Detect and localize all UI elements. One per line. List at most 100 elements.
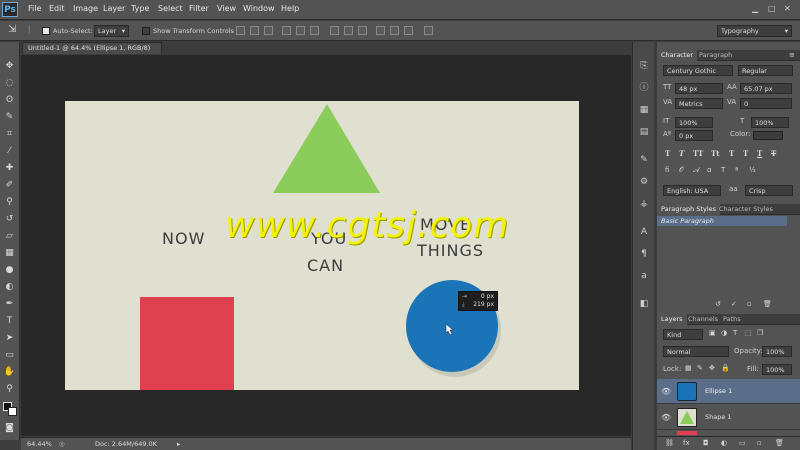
leading-input[interactable]: 65.07 px: [740, 83, 792, 94]
panel-menu-icon[interactable]: ≡: [789, 51, 795, 59]
stylistic-alt-icon[interactable]: ɑ: [707, 166, 711, 174]
text-color-swatch[interactable]: [753, 131, 783, 140]
vertical-scale-input[interactable]: 100%: [675, 117, 713, 128]
dodge-tool-icon[interactable]: ◐: [3, 281, 16, 293]
menu-help[interactable]: Help: [281, 4, 299, 13]
tab-paths[interactable]: Paths: [719, 314, 745, 325]
distribute-top-icon[interactable]: [330, 26, 339, 35]
distribute-vcenter-icon[interactable]: [344, 26, 353, 35]
blend-mode-select[interactable]: Normal: [663, 346, 729, 357]
crop-tool-icon[interactable]: ⌗: [3, 128, 16, 140]
menu-edit[interactable]: Edit: [49, 4, 65, 13]
history-brush-tool-icon[interactable]: ↺: [3, 213, 16, 225]
auto-align-icon[interactable]: [424, 26, 433, 35]
fractions-icon[interactable]: ½: [749, 166, 756, 174]
zoom-tool-icon[interactable]: ⚲: [3, 383, 16, 395]
align-right-icon[interactable]: [310, 26, 319, 35]
clone-source-icon[interactable]: ⚶: [638, 198, 650, 210]
red-square-shape[interactable]: [140, 297, 234, 390]
tab-character[interactable]: Character: [657, 50, 698, 61]
distribute-right-icon[interactable]: [404, 26, 413, 35]
layer-comps-icon[interactable]: ◧: [638, 298, 650, 310]
style-item-basic-paragraph[interactable]: Basic Paragraph: [657, 216, 787, 226]
layer-style-icon[interactable]: fx: [683, 439, 690, 447]
menu-layer[interactable]: Layer: [103, 4, 125, 13]
ligature-icon[interactable]: ﬁ: [665, 166, 669, 174]
swatches-panel-icon[interactable]: ▦: [638, 104, 650, 116]
history-panel-icon[interactable]: ⎘: [638, 60, 650, 72]
adjustments-panel-icon[interactable]: ▤: [638, 126, 650, 138]
align-hcenter-icon[interactable]: [296, 26, 305, 35]
brush-tool-icon[interactable]: ✐: [3, 179, 16, 191]
brush-panel-icon[interactable]: ✎: [638, 154, 650, 166]
workspace-dropdown[interactable]: Typography ▾: [717, 25, 792, 37]
underline-icon[interactable]: T: [757, 149, 762, 158]
tracking-select[interactable]: 0: [740, 98, 792, 109]
layer-name[interactable]: Shape 1: [705, 413, 732, 421]
eraser-tool-icon[interactable]: ▱: [3, 230, 16, 242]
adjustment-layer-icon[interactable]: ◐: [721, 439, 727, 447]
menu-select[interactable]: Select: [158, 4, 183, 13]
info-panel-icon[interactable]: ⓘ: [638, 82, 650, 94]
old-style-icon[interactable]: 𝒪: [679, 166, 683, 175]
tab-channels[interactable]: Channels: [684, 314, 722, 325]
menu-image[interactable]: Image: [73, 4, 98, 13]
close-icon[interactable]: ✕: [784, 4, 791, 13]
antialias-select[interactable]: Crisp: [745, 185, 793, 196]
faux-italic-icon[interactable]: T: [679, 149, 684, 158]
minimize-icon[interactable]: ▁: [752, 4, 758, 13]
show-transform-checkbox[interactable]: [142, 27, 150, 35]
visibility-eye-icon[interactable]: 👁: [661, 413, 671, 422]
delete-layer-icon[interactable]: 🗑: [775, 439, 784, 447]
align-top-icon[interactable]: [236, 26, 245, 35]
baseline-shift-input[interactable]: 0 px: [675, 130, 713, 141]
horizontal-scale-input[interactable]: 100%: [751, 117, 789, 128]
tool-presets-icon[interactable]: ⚙: [638, 176, 650, 188]
type-tool-icon[interactable]: T: [3, 315, 16, 327]
opacity-input[interactable]: 100%: [762, 346, 792, 357]
commit-icon[interactable]: ✓: [731, 300, 737, 308]
lock-position-icon[interactable]: ✥: [709, 364, 715, 372]
tab-paragraph[interactable]: Paragraph: [695, 50, 736, 61]
status-menu-arrow-icon[interactable]: ▸: [177, 438, 180, 450]
distribute-hcenter-icon[interactable]: [390, 26, 399, 35]
move-tool-icon[interactable]: ✥: [3, 60, 16, 72]
layer-name[interactable]: Ellipse 1: [705, 387, 732, 395]
filter-pixel-icon[interactable]: ▣: [709, 329, 716, 337]
menu-type[interactable]: Type: [131, 4, 149, 13]
marquee-tool-icon[interactable]: ◌: [3, 77, 16, 89]
document-tab[interactable]: Untitled-1 @ 64.4% (Ellipse 1, RGB/8) *✕: [22, 42, 162, 63]
font-style-select[interactable]: Regular: [738, 65, 793, 76]
tab-paragraph-styles[interactable]: Paragraph Styles: [657, 204, 721, 215]
menu-view[interactable]: View: [217, 4, 236, 13]
gradient-tool-icon[interactable]: ▦: [3, 247, 16, 259]
new-group-icon[interactable]: ▭: [739, 439, 746, 447]
tab-character-styles[interactable]: Character Styles: [715, 204, 777, 215]
lock-all-icon[interactable]: 🔒: [721, 364, 730, 372]
character-panel-icon[interactable]: A: [638, 226, 650, 238]
language-select[interactable]: English: USA: [663, 185, 721, 196]
align-vcenter-icon[interactable]: [250, 26, 259, 35]
subscript-icon[interactable]: T: [743, 149, 748, 158]
layer-row-ellipse[interactable]: 👁 Ellipse 1: [657, 379, 800, 404]
auto-select-checkbox[interactable]: [42, 27, 50, 35]
align-left-icon[interactable]: [282, 26, 291, 35]
align-bottom-icon[interactable]: [264, 26, 273, 35]
status-info-icon[interactable]: ◎: [59, 438, 65, 450]
healing-brush-tool-icon[interactable]: ✚: [3, 162, 16, 174]
distribute-bottom-icon[interactable]: [358, 26, 367, 35]
all-caps-icon[interactable]: TT: [693, 149, 703, 158]
tab-layers[interactable]: Layers: [657, 314, 687, 325]
new-layer-icon[interactable]: ▫: [757, 439, 762, 447]
superscript-icon[interactable]: T: [729, 149, 734, 158]
quick-select-tool-icon[interactable]: ✎: [3, 111, 16, 123]
auto-select-dropdown[interactable]: Layer ▾: [94, 25, 129, 37]
zoom-level[interactable]: 64.44%: [27, 438, 52, 450]
filter-type-icon[interactable]: T: [733, 329, 737, 337]
font-size-input[interactable]: 48 px: [675, 83, 723, 94]
new-style-icon[interactable]: ▫: [747, 300, 752, 308]
link-layers-icon[interactable]: ⛓: [665, 439, 674, 447]
kerning-select[interactable]: Metrics: [675, 98, 723, 109]
hand-tool-icon[interactable]: ✋: [3, 366, 16, 378]
paragraph-panel-icon[interactable]: ¶: [638, 248, 650, 260]
